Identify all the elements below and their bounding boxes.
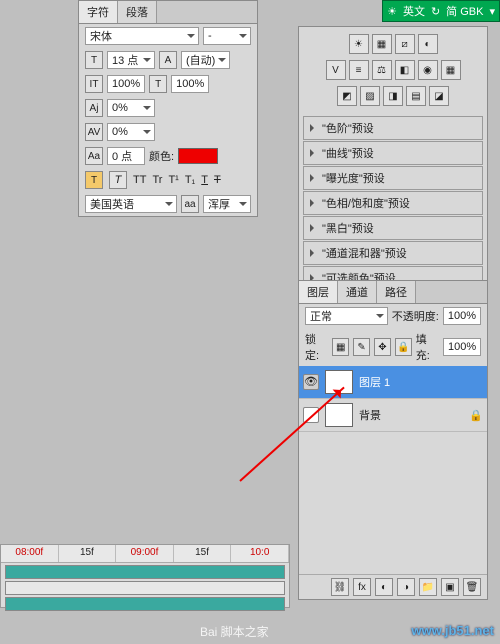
font-family-select[interactable]: 宋体 (85, 27, 199, 45)
layers-panel: 图层 通道 路径 正常 不透明度: 100% 锁定: ▦ ✎ ✥ 🔒 填充: 1… (298, 280, 488, 600)
layer-name-bg[interactable]: 背景 (359, 407, 381, 423)
lock-transparent-icon[interactable]: ▦ (332, 338, 349, 356)
color-label: 颜色: (149, 148, 174, 164)
baseline-icon: Aa (85, 147, 103, 165)
italic-icon[interactable]: T (109, 171, 127, 189)
ime-indicator[interactable]: ☀英文↻简 GBK▾ (382, 0, 500, 22)
posterize-icon[interactable]: ▨ (360, 86, 380, 106)
font-size-select[interactable]: 13 点 (107, 51, 155, 69)
time-mark[interactable]: 08:00f (1, 545, 59, 562)
adjust-icons-row3: ◩ ▨ ◨ ▤ ◪ (303, 83, 483, 109)
lock-icon: 🔒 (469, 409, 483, 422)
timeline-track-3[interactable] (5, 597, 285, 611)
selective-icon[interactable]: ◪ (429, 86, 449, 106)
bw-icon[interactable]: ◧ (395, 60, 415, 80)
tab-layers[interactable]: 图层 (299, 281, 338, 303)
tracking-select[interactable]: 0% (107, 123, 155, 141)
hue-icon[interactable]: ≡ (349, 60, 369, 80)
group-icon[interactable]: 📁 (419, 578, 437, 596)
mask-icon[interactable]: ◐ (375, 578, 393, 596)
curves-icon[interactable]: ⧄ (395, 34, 415, 54)
hscale-input[interactable]: 100% (171, 75, 209, 93)
leading-select[interactable]: (自动) (181, 51, 230, 69)
new-layer-icon[interactable]: ▣ (441, 578, 459, 596)
vscale-input[interactable]: 100% (107, 75, 145, 93)
fill-label: 填充: (416, 331, 439, 363)
blend-mode-select[interactable]: 正常 (305, 307, 388, 325)
preset-mixer[interactable]: "通道混和器"预设 (303, 241, 483, 265)
language-select[interactable]: 美国英语 (85, 195, 177, 213)
antialias-select[interactable]: 浑厚 (203, 195, 251, 213)
photo-filter-icon[interactable]: ◉ (418, 60, 438, 80)
layer-thumb-bg[interactable] (325, 403, 353, 427)
baseline-input[interactable]: 0 点 (107, 147, 145, 165)
layer-row-bg[interactable]: 背景 🔒 (299, 399, 487, 432)
preset-exposure[interactable]: "曝光度"预设 (303, 166, 483, 190)
bold-icon[interactable]: T (85, 171, 103, 189)
smallcaps-icon[interactable]: Tr (152, 174, 162, 186)
watermark-baidu: Bai 脚本之家 (200, 623, 269, 640)
superscript-icon[interactable]: T¹ (168, 174, 178, 186)
timeline-track-1[interactable] (5, 565, 285, 579)
invert-icon[interactable]: ◩ (337, 86, 357, 106)
gradient-map-icon[interactable]: ▤ (406, 86, 426, 106)
threshold-icon[interactable]: ◨ (383, 86, 403, 106)
watermark-url: www.jb51.net (411, 623, 494, 638)
preset-hue[interactable]: "色相/饱和度"预设 (303, 191, 483, 215)
preset-curves[interactable]: "曲线"预设 (303, 141, 483, 165)
exposure-icon[interactable]: ◐ (418, 34, 438, 54)
adjust-icons-row1: ☀ ▦ ⧄ ◐ (303, 31, 483, 57)
lock-all-icon[interactable]: 🔒 (395, 338, 412, 356)
visibility-icon[interactable]: 👁 (303, 374, 319, 390)
strike-icon[interactable]: T (214, 174, 221, 186)
kerning-select[interactable]: 0% (107, 99, 155, 117)
vibrance-icon[interactable]: V (326, 60, 346, 80)
tracking-icon: AV (85, 123, 103, 141)
lock-label: 锁定: (305, 331, 328, 363)
fill-input[interactable]: 100% (443, 338, 481, 356)
time-mark[interactable]: 09:00f (116, 545, 174, 562)
character-panel: 字符 段落 宋体- T13 点 A(自动) IT100% T100% Aj0% … (78, 0, 258, 217)
underline-icon[interactable]: T (201, 174, 208, 186)
time-mark[interactable]: 10:0 (231, 545, 289, 562)
brightness-icon[interactable]: ☀ (349, 34, 369, 54)
aa-icon: aa (181, 195, 199, 213)
vscale-icon: IT (85, 75, 103, 93)
lock-pixels-icon[interactable]: ✎ (353, 338, 370, 356)
kerning-icon: Aj (85, 99, 103, 117)
tab-paths[interactable]: 路径 (377, 281, 416, 303)
font-size-icon: T (85, 51, 103, 69)
opacity-input[interactable]: 100% (443, 307, 481, 325)
fx-icon[interactable]: fx (353, 578, 371, 596)
font-style-select[interactable]: - (203, 27, 251, 45)
timeline-panel: 08:00f 15f 09:00f 15f 10:0 (0, 544, 290, 608)
subscript-icon[interactable]: T₁ (185, 174, 195, 186)
balance-icon[interactable]: ⚖ (372, 60, 392, 80)
text-color-swatch[interactable] (178, 148, 218, 164)
lock-position-icon[interactable]: ✥ (374, 338, 391, 356)
opacity-label: 不透明度: (392, 308, 439, 324)
tab-character[interactable]: 字符 (79, 1, 118, 23)
levels-icon[interactable]: ▦ (372, 34, 392, 54)
time-mark[interactable]: 15f (59, 545, 117, 562)
leading-icon: A (159, 51, 177, 69)
tab-channels[interactable]: 通道 (338, 281, 377, 303)
link-icon[interactable]: ⛓ (331, 578, 349, 596)
preset-bw[interactable]: "黑白"预设 (303, 216, 483, 240)
layer-row-1[interactable]: 👁 图层 1 (299, 366, 487, 399)
mixer-icon[interactable]: ▦ (441, 60, 461, 80)
fill-adjust-icon[interactable]: ◑ (397, 578, 415, 596)
adjust-icons-row2: V ≡ ⚖ ◧ ◉ ▦ (303, 57, 483, 83)
preset-levels[interactable]: "色阶"预设 (303, 116, 483, 140)
hscale-icon: T (149, 75, 167, 93)
layer-name-1[interactable]: 图层 1 (359, 374, 390, 390)
allcaps-icon[interactable]: TT (133, 174, 146, 186)
delete-layer-icon[interactable]: 🗑 (463, 578, 481, 596)
time-mark[interactable]: 15f (174, 545, 232, 562)
tab-paragraph[interactable]: 段落 (118, 1, 157, 23)
timeline-track-2[interactable] (5, 581, 285, 595)
